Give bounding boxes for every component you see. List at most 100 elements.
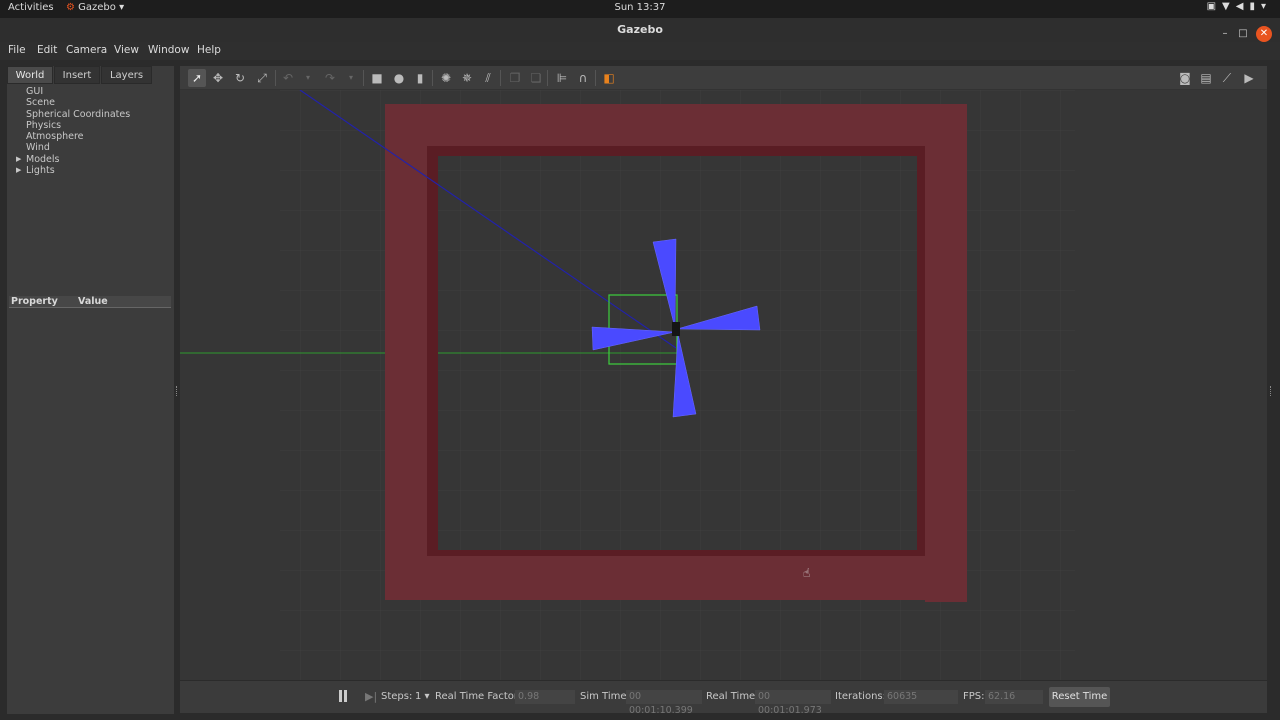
close-icon[interactable]: ✕ [1256,26,1272,42]
tree-item-label: GUI [26,86,44,97]
menu-camera[interactable]: Camera [66,44,107,56]
tree-item-label: Scene [26,97,55,109]
pause-icon[interactable] [338,690,348,703]
log-icon[interactable]: ▤ [1197,69,1215,87]
toolbar-divider [432,70,433,86]
tab-insert[interactable]: Insert [54,66,100,84]
wall-right-inner [917,156,925,550]
tree-item-atmosphere[interactable]: Atmosphere [7,131,174,142]
window-titlebar: Gazebo – □ ✕ [0,18,1280,42]
box-icon[interactable]: ■ [368,69,386,87]
battery-icon: ▮ [1249,1,1261,12]
rotate-icon[interactable]: ↻ [231,69,249,87]
toolbar-divider [547,70,548,86]
select-arrow-icon[interactable]: ➚ [188,69,206,87]
left-panel: World Insert Layers GUI Scene Spherical … [7,66,174,714]
tree-item-wind[interactable]: Wind [7,142,174,153]
robot-body[interactable] [672,322,680,336]
tree-item-models[interactable]: ▶ Models [7,154,174,165]
tree-item-label: Lights [26,165,55,177]
clock[interactable]: Sun 13:37 [0,2,1280,13]
tree-item-label: Atmosphere [26,131,84,143]
iterations-field: 60635 [884,690,958,704]
expand-arrow-icon[interactable]: ▶ [16,154,21,165]
toolbar-divider [595,70,596,86]
tree-item-label: Spherical Coordinates [26,108,131,120]
copy-icon[interactable]: ❐ [506,69,524,87]
window-title: Gazebo [617,23,663,36]
redo-icon[interactable]: ↷ [321,69,339,87]
hand-cursor-icon: ☝ [803,566,810,580]
menu-view[interactable]: View [114,44,139,56]
tab-world[interactable]: World [7,66,53,84]
world-tree: GUI Scene Spherical Coordinates Physics … [7,86,174,296]
steps-value: 1 [415,691,422,702]
chevron-down-icon[interactable]: ▾ [299,69,317,87]
menu-window[interactable]: Window [148,44,189,56]
wall-bottom-inner [427,550,925,556]
scale-icon[interactable]: ⤢ [253,69,271,87]
status-bar: ▶| Steps: 1 ▾ Real Time Factor: 0.98 Sim… [180,681,1267,716]
wifi-icon: ▼ [1222,1,1236,12]
spot-light-icon[interactable]: ✵ [458,69,476,87]
expand-arrow-icon[interactable]: ▶ [16,165,21,176]
directional-light-icon[interactable]: ⫽ [479,69,497,87]
toolbar-divider [275,70,276,86]
steps-spinner[interactable]: 1 ▾ [415,691,430,702]
tree-item-label: Physics [26,119,62,131]
volume-icon: ◀ [1235,1,1250,12]
value-column-header: Value [78,296,108,307]
left-splitter-handle[interactable] [176,386,179,396]
wall-right [925,104,967,602]
system-tray[interactable]: ▣▼◀▮▾ [1207,1,1272,12]
translate-icon[interactable]: ✥ [209,69,227,87]
tree-item-physics[interactable]: Physics [7,120,174,131]
real-time-label: Real Time: [706,691,759,702]
undo-icon[interactable]: ↶ [279,69,297,87]
property-header: Property Value [9,296,171,308]
tree-item-spherical-coordinates[interactable]: Spherical Coordinates [7,109,174,120]
paste-icon[interactable]: ❏ [527,69,545,87]
scene-render: ☝ [180,90,1075,680]
tree-item-lights[interactable]: ▶ Lights [7,165,174,176]
magnet-icon[interactable]: ∩ [574,69,592,87]
camera-icon: ▣ [1206,1,1223,12]
align-icon[interactable]: ⊫ [553,69,571,87]
view-angle-icon[interactable]: ◧ [600,69,618,87]
cylinder-icon[interactable]: ▮ [411,69,429,87]
rtf-label: Real Time Factor: [435,691,522,702]
iterations-label: Iterations: [835,691,886,702]
tree-item-gui[interactable]: GUI [7,86,174,97]
wall-top [427,104,925,146]
sphere-icon[interactable]: ● [390,69,408,87]
fps-label: FPS: [963,691,985,702]
plot-icon[interactable]: ⟋ [1218,69,1236,87]
wall-left-inner [427,156,438,550]
scene-viewport[interactable]: ☝ [180,90,1267,680]
sim-time-label: Sim Time: [580,691,630,702]
top-bar: Activities ⚙ Gazebo ▾ Sun 13:37 ▣▼◀▮▾ [0,0,1280,18]
menu-file[interactable]: File [8,44,26,56]
wall-left [385,104,427,600]
menu-edit[interactable]: Edit [37,44,57,56]
chevron-down-icon: ▾ [1260,1,1272,12]
tab-layers[interactable]: Layers [101,66,152,84]
wall-bottom [427,555,925,600]
sim-time-field: 00 00:01:10.399 [626,690,702,716]
property-column-header: Property [11,296,58,307]
steps-label: Steps: [381,691,413,702]
reset-time-button[interactable]: Reset Time [1049,687,1110,707]
record-icon[interactable]: ▶ [1240,69,1258,87]
screenshot-icon[interactable]: ◙ [1176,69,1194,87]
menu-help[interactable]: Help [197,44,221,56]
scene-toolbar: ➚ ✥ ↻ ⤢ ↶ ▾ ↷ ▾ ■ ● ▮ ✺ ✵ ⫽ ❐ ❏ ⊫ ∩ ◧ ◙ … [180,66,1267,90]
point-light-icon[interactable]: ✺ [437,69,455,87]
tree-item-label: Models [26,153,60,165]
menu-bar: File Edit Camera View Window Help [0,42,1280,60]
step-icon[interactable]: ▶| [365,690,377,703]
real-time-field: 00 00:01:01.973 [755,690,831,716]
wall-top-inner [427,146,925,156]
right-splitter-handle[interactable] [1270,386,1273,396]
chevron-down-icon[interactable]: ▾ [342,69,360,87]
tree-item-scene[interactable]: Scene [7,97,174,108]
